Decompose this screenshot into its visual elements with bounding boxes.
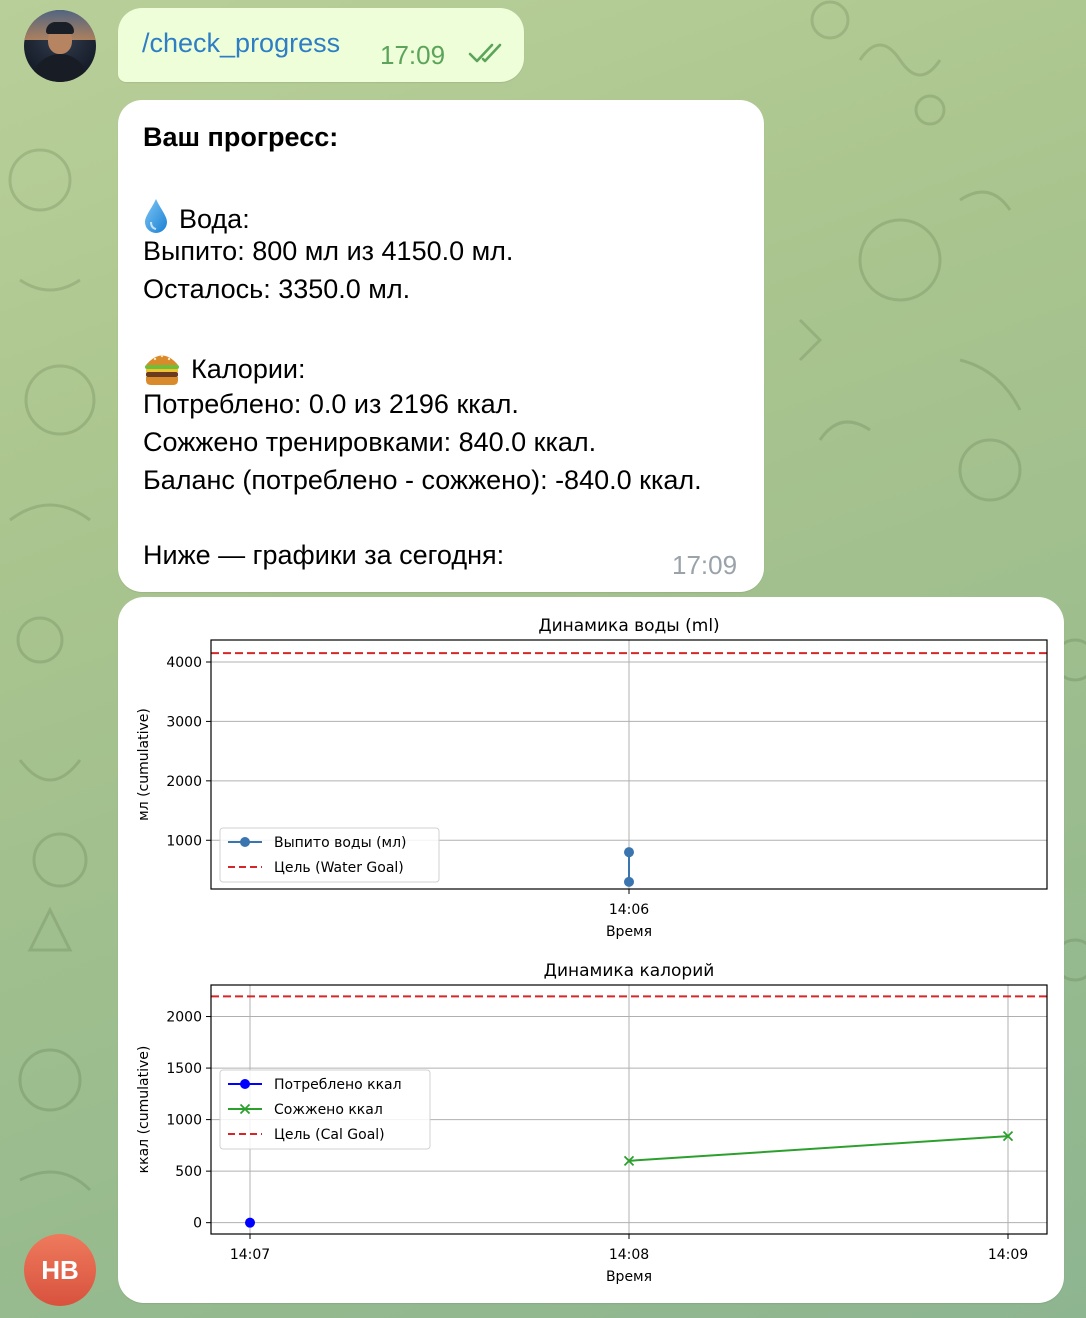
chart2-y-tick-label: 1500 bbox=[166, 1061, 202, 1077]
chart2-y-tick-label: 1000 bbox=[166, 1113, 202, 1129]
chart2-title: Динамика калорий bbox=[544, 961, 715, 981]
calories-balance-text: Баланс (потреблено - сожжено): -840.0 кк… bbox=[143, 465, 702, 495]
water-left-text: Осталось: 3350.0 мл. bbox=[143, 274, 411, 304]
bot-avatar[interactable]: HB bbox=[24, 1234, 96, 1306]
water-drunk-text: Выпито: 800 мл из 4150.0 мл. bbox=[143, 236, 514, 266]
calories-burned-text: Сожжено тренировками: 840.0 ккал. bbox=[143, 427, 597, 457]
chart2-y-tick-label: 2000 bbox=[166, 1010, 202, 1026]
chart2-y-tick-label: 0 bbox=[193, 1216, 202, 1232]
chart1-legend-label: Цель (Water Goal) bbox=[274, 860, 404, 876]
user-avatar[interactable] bbox=[24, 10, 96, 82]
chart1-y-tick-label: 2000 bbox=[166, 774, 202, 790]
chart2-series-line bbox=[628, 1135, 1009, 1162]
chart1-legend-label: Выпито воды (мл) bbox=[274, 835, 407, 851]
double-check-icon bbox=[468, 43, 502, 63]
calories-consumed-text: Потреблено: 0.0 из 2196 ккал. bbox=[143, 389, 519, 419]
chart1-y-tick-label: 3000 bbox=[166, 714, 202, 730]
chart2-legend-marker bbox=[240, 1079, 250, 1089]
chart1-data-point bbox=[624, 847, 634, 858]
chart1-x-tick-label: 14:06 bbox=[609, 902, 649, 918]
chart2-x-tick-label: 14:07 bbox=[230, 1247, 270, 1263]
charts-image-bubble[interactable]: 1000 2000 3000 4000 14:06 Динамика воды (ml) В… bbox=[118, 597, 1064, 1303]
command-link[interactable]: /check_progress bbox=[142, 28, 340, 59]
chart1-title: Динамика воды (ml) bbox=[538, 616, 719, 636]
burger-icon bbox=[145, 354, 179, 385]
chart2-y-axis-label: ккал (cumulative) bbox=[136, 1046, 152, 1174]
progress-message-bubble[interactable]: Ваш прогресс: Вода: Выпито: 800 мл из 41… bbox=[118, 100, 764, 592]
progress-title: Ваш прогресс: bbox=[143, 122, 339, 152]
water-header: Вода: bbox=[143, 198, 250, 235]
chart1-legend-marker bbox=[240, 837, 250, 847]
water-drop-icon bbox=[145, 199, 167, 233]
chart2-data-point bbox=[245, 1217, 255, 1228]
message-time: 17:09 bbox=[380, 40, 446, 70]
chart2-x-axis-label: Время bbox=[606, 1269, 652, 1285]
chart1-x-axis-label: Время bbox=[606, 924, 652, 940]
chart1-y-axis-label: мл (cumulative) bbox=[136, 708, 152, 821]
message-time: 17:09 bbox=[672, 550, 738, 580]
calories-header: Калории: bbox=[143, 350, 306, 386]
chart2-legend-label: Цель (Cal Goal) bbox=[274, 1127, 385, 1143]
chart1-y-tick-label: 1000 bbox=[166, 833, 202, 849]
chart2-legend-label: Сожжено ккал bbox=[274, 1102, 383, 1118]
charts-image: 1000 2000 3000 4000 14:06 Динамика воды (ml) В… bbox=[136, 616, 1048, 1285]
chart2-legend-label: Потреблено ккал bbox=[274, 1077, 402, 1093]
chart2-y-tick-label: 500 bbox=[175, 1164, 202, 1180]
chart1-y-tick-label: 4000 bbox=[166, 655, 202, 671]
chart2-x-tick-label: 14:08 bbox=[609, 1247, 649, 1263]
chart1-data-point bbox=[624, 876, 634, 887]
chart2-x-tick-label: 14:09 bbox=[988, 1247, 1028, 1263]
charts-footer-text: Ниже — графики за сегодня: bbox=[143, 540, 505, 570]
outgoing-message-bubble[interactable]: /check_progress 17:09 bbox=[118, 8, 524, 82]
